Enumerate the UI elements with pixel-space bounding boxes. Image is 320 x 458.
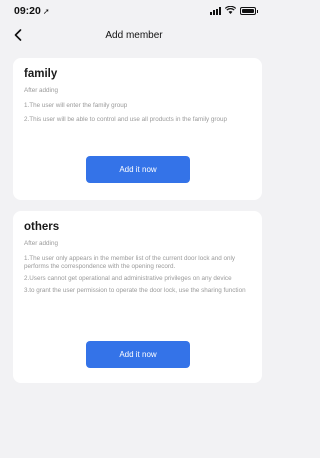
status-time-text: 09:20 — [14, 5, 41, 17]
nav-bar: Add member — [0, 22, 268, 48]
status-time: 09:20 ➚ — [14, 5, 50, 17]
card-subtitle: After adding — [24, 87, 58, 94]
page-title: Add member — [105, 29, 163, 41]
location-arrow-icon: ➚ — [42, 6, 50, 16]
family-card: family After adding 1.The user will ente… — [13, 58, 262, 200]
rule-text: 2.Users cannot get operational and admin… — [24, 275, 232, 282]
rule-text: 2.This user will be able to control and … — [24, 116, 228, 123]
chevron-left-icon[interactable] — [10, 27, 26, 43]
add-family-button[interactable]: Add it now — [86, 156, 190, 183]
battery-icon — [240, 7, 258, 15]
card-title: others — [24, 221, 60, 233]
card-subtitle: After adding — [24, 240, 58, 247]
add-others-button[interactable]: Add it now — [86, 341, 190, 368]
card-title: family — [24, 68, 58, 80]
status-icons — [210, 5, 258, 16]
others-card: others After adding 1.The user only appe… — [13, 211, 262, 383]
status-bar: 09:20 ➚ — [0, 0, 268, 22]
wifi-icon — [224, 5, 237, 16]
rule-text: 3.to grant the user permission to operat… — [24, 287, 246, 294]
signal-icon — [210, 7, 221, 15]
rule-text: 1.The user will enter the family group — [24, 102, 128, 109]
rule-text: 1.The user only appears in the member li… — [24, 255, 236, 270]
